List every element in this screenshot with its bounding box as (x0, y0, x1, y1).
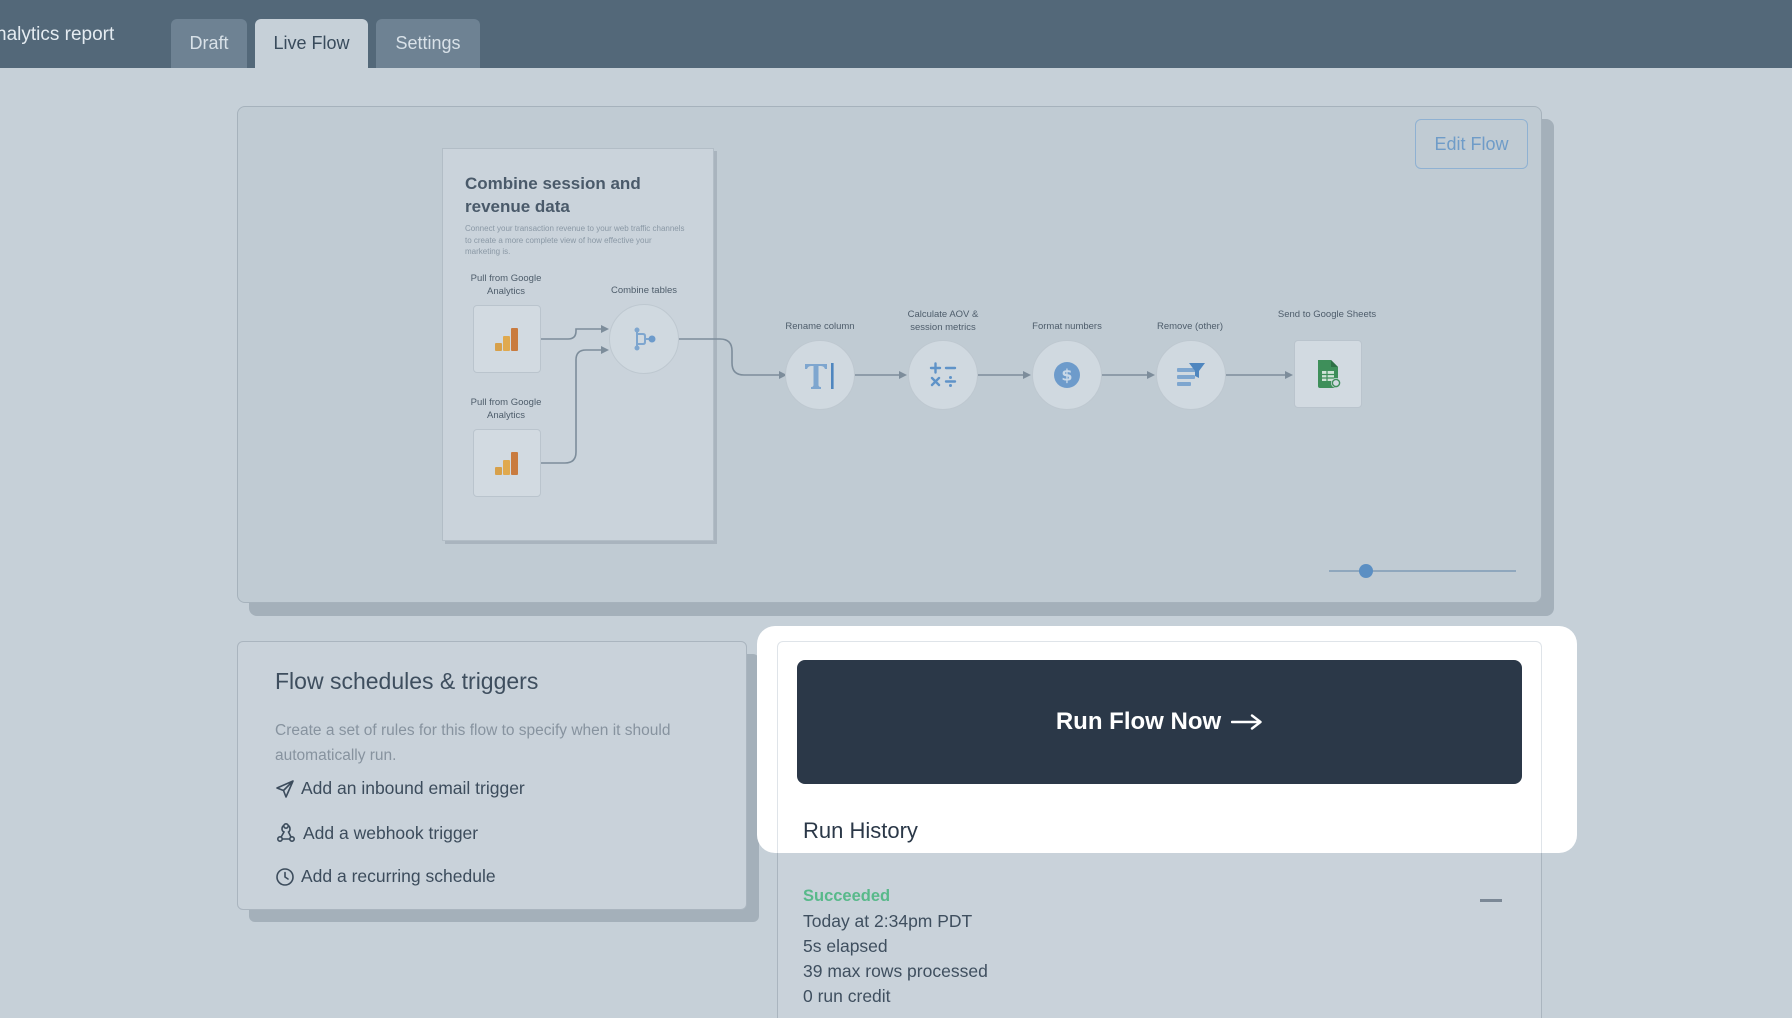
app-title: nalytics report (0, 24, 115, 45)
tab-settings[interactable]: Settings (376, 19, 480, 68)
run-flow-now-label: Run Flow Now (1055, 708, 1222, 735)
schedules-title: Flow schedules & triggers (275, 668, 539, 694)
run-rows-processed: 39 max rows processed (803, 961, 988, 981)
node-label-format: Format numbers (1032, 321, 1102, 332)
edit-flow-button[interactable]: Edit Flow (1415, 119, 1528, 169)
email-trigger-label: Add an inbound email trigger (301, 778, 525, 798)
calculator-icon (929, 362, 957, 387)
zoom-slider-track[interactable] (1329, 570, 1516, 572)
node-label-pull-ga-2: Pull from Google Analytics (470, 397, 542, 421)
schedules-description: Create a set of rules for this flow to s… (275, 722, 671, 764)
webhook-icon (276, 822, 296, 843)
node-label-pull-ga-1: Pull from Google Analytics (470, 273, 542, 297)
node-rename-column[interactable] (785, 340, 855, 410)
run-status: Succeeded (803, 887, 891, 905)
webhook-trigger-label: Add a webhook trigger (303, 822, 479, 843)
dollar-icon: $ (1054, 362, 1080, 388)
run-elapsed: 5s elapsed (803, 936, 888, 956)
collapse-run-button[interactable] (1480, 899, 1502, 902)
node-format-numbers[interactable]: $ (1032, 340, 1102, 410)
run-time: Today at 2:34pm PDT (803, 911, 973, 931)
node-label-remove: Remove (other) (1157, 321, 1223, 332)
group-title: Combine session and revenue data (465, 174, 641, 216)
tab-draft[interactable]: Draft (171, 19, 247, 68)
run-flow-now-button[interactable]: Run Flow Now (797, 660, 1522, 784)
node-label-calculate: Calculate AOV & session metrics (907, 309, 979, 333)
run-history-title: Run History (803, 818, 918, 843)
node-remove-other[interactable] (1156, 340, 1226, 410)
top-bar: nalytics report Draft Live Flow Settings (0, 0, 1792, 68)
add-email-trigger[interactable]: Add an inbound email trigger (275, 778, 525, 799)
node-label-combine: Combine tables (610, 285, 677, 296)
node-combine-tables[interactable] (609, 304, 679, 374)
node-pull-ga-2[interactable] (473, 429, 541, 497)
svg-text:$: $ (1061, 366, 1072, 385)
node-label-send-sheets: Send to Google Sheets (1277, 309, 1377, 320)
tab-live-flow[interactable]: Live Flow (255, 19, 368, 68)
merge-icon (634, 327, 656, 351)
node-pull-ga-1[interactable] (473, 305, 541, 373)
node-calculate-metrics[interactable] (908, 340, 978, 410)
add-recurring-schedule[interactable]: Add a recurring schedule (275, 866, 496, 887)
arrow-right-icon (1231, 714, 1262, 730)
recurring-schedule-label: Add a recurring schedule (301, 866, 496, 886)
filter-icon (1177, 363, 1205, 386)
google-analytics-icon (495, 328, 518, 351)
paper-plane-icon (276, 779, 294, 798)
add-webhook-trigger[interactable]: Add a webhook trigger (275, 822, 478, 844)
google-sheets-icon (1318, 360, 1341, 388)
google-analytics-icon (495, 452, 518, 475)
run-credit: 0 run credit (803, 986, 891, 1006)
group-description: Connect your transaction revenue to your… (465, 224, 685, 256)
node-send-to-sheets[interactable] (1294, 340, 1362, 408)
node-label-rename: Rename column (785, 321, 855, 332)
clock-icon (276, 867, 294, 886)
text-cursor-icon (805, 363, 834, 389)
